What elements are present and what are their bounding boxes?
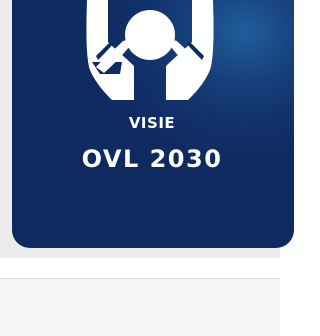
visie-ovl-2030-tile[interactable]: VISIE OVL 2030 — [12, 0, 294, 248]
logo-subtitle: VISIE — [128, 114, 176, 132]
bottom-bar — [0, 278, 280, 336]
logo-title: OVL 2030 — [81, 145, 223, 173]
